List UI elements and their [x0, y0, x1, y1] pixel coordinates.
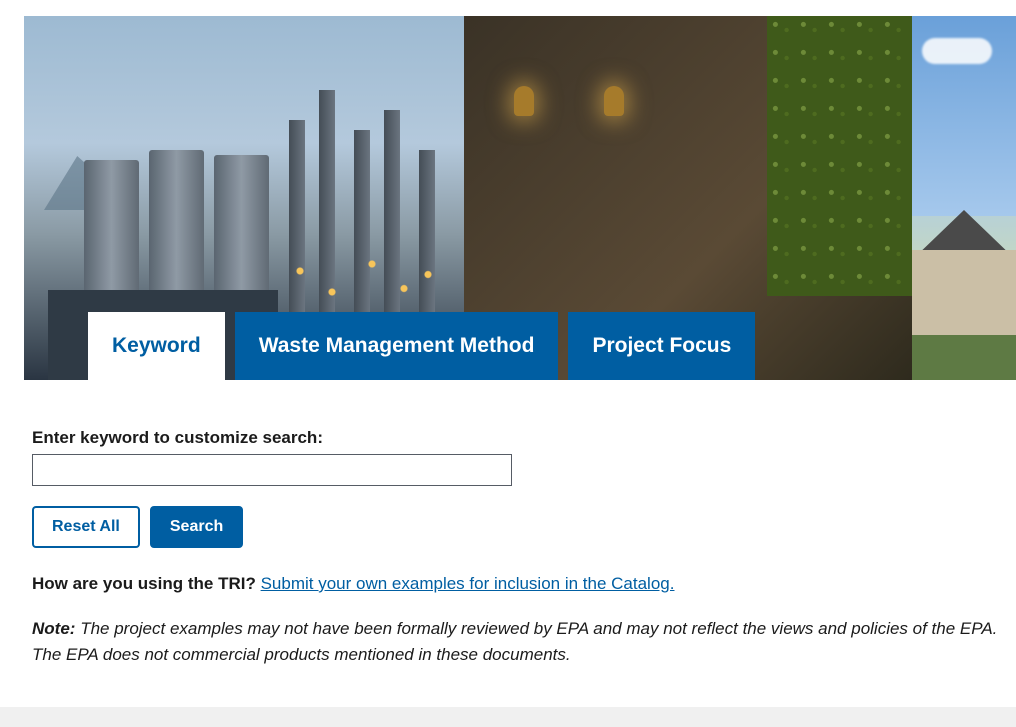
submit-prompt-lead: How are you using the TRI? — [32, 574, 256, 593]
reset-all-button[interactable]: Reset All — [32, 506, 140, 548]
submit-examples-link[interactable]: Submit your own examples for inclusion i… — [261, 574, 675, 593]
tab-waste-management-method[interactable]: Waste Management Method — [235, 312, 559, 380]
tab-keyword[interactable]: Keyword — [88, 312, 225, 380]
hero-banner: Keyword Waste Management Method Project … — [24, 16, 1016, 380]
tab-project-focus[interactable]: Project Focus — [568, 312, 755, 380]
search-button[interactable]: Search — [150, 506, 243, 548]
keyword-input[interactable] — [32, 454, 512, 486]
tab-panel-keyword: Enter keyword to customize search: Reset… — [0, 380, 1016, 667]
footer-band — [0, 707, 1016, 727]
search-tabs: Keyword Waste Management Method Project … — [88, 312, 755, 380]
hero-image-neighborhood — [912, 16, 1016, 380]
note-label: Note: — [32, 619, 75, 638]
note-body: The project examples may not have been f… — [32, 619, 997, 664]
keyword-label: Enter keyword to customize search: — [32, 428, 1016, 448]
disclaimer-note: Note: The project examples may not have … — [32, 616, 1016, 667]
submit-prompt: How are you using the TRI? Submit your o… — [32, 574, 1016, 594]
